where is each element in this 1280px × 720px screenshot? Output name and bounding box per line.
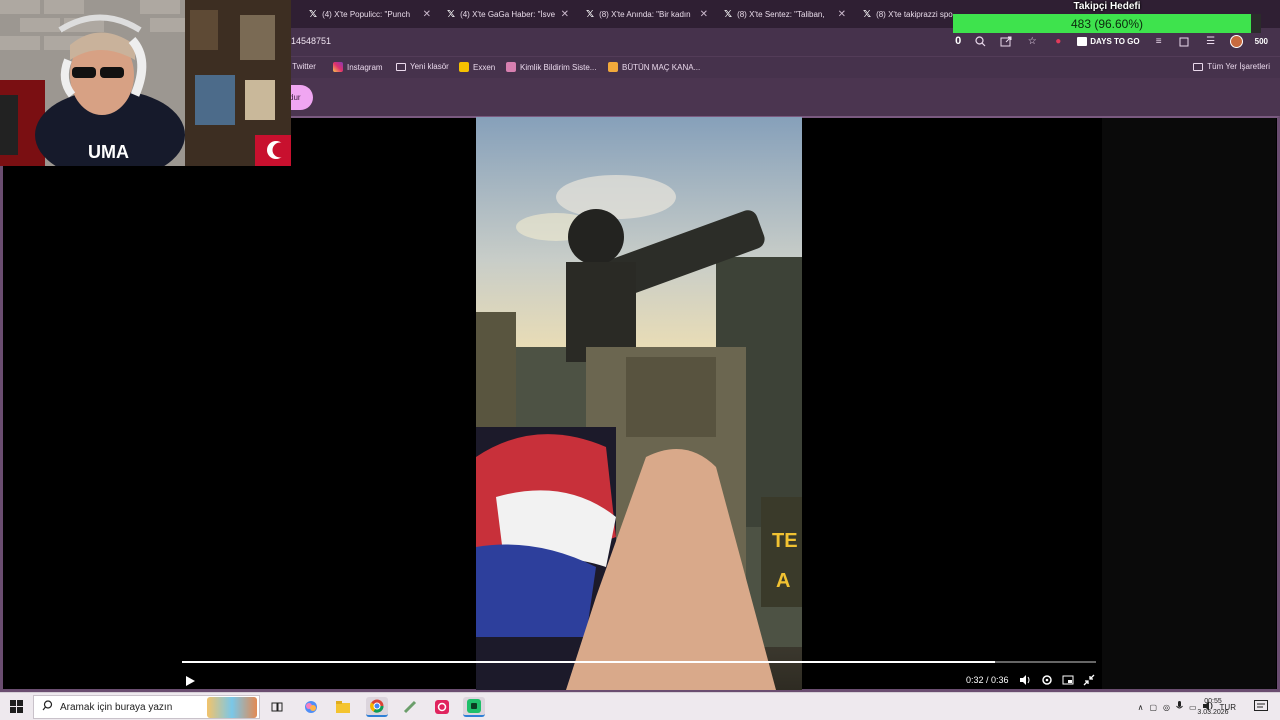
tab-label: (8) X'te Anında: "Bir kadın — [599, 9, 691, 19]
browser-tab[interactable]: 𝕏 (8) X'te Anında: "Bir kadın ✕ — [580, 4, 714, 24]
clock[interactable]: 00:55 3.03.2026 — [1186, 696, 1240, 718]
folder-icon — [1193, 62, 1204, 71]
video-side-panel — [1102, 118, 1276, 689]
goal-progress-text: 483 (96.60%) — [1070, 17, 1144, 31]
days-to-go-badge[interactable]: DAYS TO GO — [1077, 36, 1140, 46]
toolbar-icons: 0 ☆ ● DAYS TO GO ≡ ☰ 500 — [955, 34, 1268, 48]
chrome-icon[interactable] — [366, 697, 388, 717]
fullscreen-exit-icon[interactable] — [1082, 673, 1096, 687]
screen: 𝕏 (4) X'te Populicc: "Punch ✕ 𝕏 (4) X'te… — [0, 0, 1280, 720]
x-icon: 𝕏 — [447, 8, 456, 20]
windows-start-icon[interactable] — [10, 700, 23, 713]
tab-label: (4) X'te GaGa Haber: "İsve — [460, 9, 556, 19]
star-icon[interactable]: ☆ — [1025, 34, 1039, 48]
goal-title: Takipçi Hedefi — [1073, 1, 1141, 12]
bookmark-item[interactable]: Kimlik Bildirim Siste... — [506, 62, 596, 72]
settings-icon[interactable] — [1040, 673, 1054, 687]
bookmark-item[interactable]: Yeni klasör — [396, 62, 449, 71]
streaming-app-icon[interactable] — [463, 697, 485, 717]
link-icon — [506, 62, 516, 72]
taskbar: Aramak için buraya yazın ∧ ▢ ◎ ▭ TUR 00:… — [0, 692, 1280, 720]
extension-icon[interactable]: ≡ — [1152, 34, 1166, 48]
instagram-icon — [333, 62, 343, 72]
url-text[interactable]: 14548751 — [291, 36, 331, 46]
bookmark-label: BÜTÜN MAÇ KANA... — [622, 62, 701, 72]
clock-time: 00:55 — [1204, 698, 1222, 705]
notification-icon[interactable] — [1254, 700, 1268, 713]
copilot-icon[interactable] — [300, 697, 322, 717]
search-highlight-image — [207, 697, 257, 718]
x-icon: 𝕏 — [724, 8, 733, 20]
share-icon[interactable] — [999, 34, 1013, 48]
bookmark-label: Yeni klasör — [410, 62, 449, 71]
counter-text: 500 — [1254, 36, 1268, 46]
x-icon: 𝕏 — [586, 8, 595, 20]
tab-label: (4) X'te Populicc: "Punch — [322, 9, 411, 19]
video-time: 0:32 / 0:36 — [966, 675, 1009, 685]
exxen-icon — [459, 62, 469, 72]
pip-icon[interactable] — [1061, 673, 1075, 687]
close-icon[interactable]: ✕ — [561, 9, 569, 20]
svg-text:UMA: UMA — [88, 142, 129, 162]
video-frame-image[interactable]: TE A — [476, 117, 802, 690]
browser-tab[interactable]: 𝕏 (4) X'te GaGa Haber: "İsve ✕ — [441, 4, 575, 24]
app-icon[interactable] — [399, 697, 421, 717]
bookmark-item[interactable]: Exxen — [459, 62, 495, 72]
task-view-icon[interactable] — [266, 697, 288, 717]
avatar[interactable] — [1229, 34, 1243, 48]
browser-tab[interactable]: 𝕏 (4) X'te Populicc: "Punch ✕ — [303, 4, 437, 24]
goal-progress-bar: 483 (96.60%) — [953, 14, 1261, 33]
follower-goal-widget: Takipçi Hedefi 483 (96.60%) — [952, 0, 1262, 34]
puzzle-icon[interactable] — [1178, 34, 1192, 48]
browser-tab[interactable]: 𝕏 (8) X'te Sentez: "Taliban, ✕ — [718, 4, 852, 24]
bookmark-item[interactable]: / Twitter — [288, 62, 316, 71]
file-explorer-icon[interactable] — [332, 697, 354, 717]
badge-count: 0 — [955, 35, 962, 47]
all-bookmarks[interactable]: Tüm Yer İşaretleri — [1193, 62, 1270, 71]
bookmark-label: Kimlik Bildirim Siste... — [520, 62, 597, 72]
search-icon — [42, 700, 53, 714]
bookmark-label: / Twitter — [288, 62, 316, 71]
video-progress-bar[interactable] — [182, 661, 1096, 663]
folder-icon — [396, 62, 406, 71]
jp-icon — [608, 62, 618, 72]
video-progress-fill — [182, 661, 995, 663]
svg-text:A: A — [776, 570, 790, 592]
close-icon[interactable]: ✕ — [423, 9, 431, 20]
microphone-icon[interactable] — [1176, 701, 1183, 713]
all-bookmarks-label: Tüm Yer İşaretleri — [1207, 62, 1270, 71]
recording-app-icon[interactable] — [431, 697, 453, 717]
extension-icon[interactable]: ● — [1051, 34, 1065, 48]
search-placeholder: Aramak için buraya yazın — [60, 701, 173, 713]
bookmark-item[interactable]: Instagram — [333, 62, 383, 72]
clock-date: 3.03.2026 — [1197, 709, 1229, 716]
play-icon[interactable] — [184, 674, 196, 686]
close-icon[interactable]: ✕ — [700, 9, 708, 20]
close-icon[interactable]: ✕ — [838, 9, 846, 20]
zoom-icon[interactable] — [973, 34, 987, 48]
x-icon: 𝕏 — [309, 8, 318, 20]
reading-list-icon[interactable]: ☰ — [1204, 34, 1218, 48]
bookmark-item[interactable]: BÜTÜN MAÇ KANA... — [608, 62, 700, 72]
app-tray-icon[interactable]: ▢ — [1149, 703, 1157, 712]
bookmark-label: Instagram — [347, 62, 383, 72]
svg-text:TE: TE — [772, 530, 798, 552]
volume-icon[interactable] — [1018, 673, 1032, 687]
x-icon: 𝕏 — [863, 8, 872, 20]
taskbar-search[interactable]: Aramak için buraya yazın — [33, 695, 260, 719]
tab-label: (8) X'te Sentez: "Taliban, — [737, 9, 825, 19]
calendar-icon — [1077, 36, 1088, 46]
bookmark-label: Exxen — [473, 62, 496, 72]
chevron-up-icon[interactable]: ∧ — [1138, 703, 1144, 712]
app-tray-icon[interactable]: ◎ — [1163, 703, 1170, 712]
webcam-overlay: UMA — [0, 0, 291, 166]
